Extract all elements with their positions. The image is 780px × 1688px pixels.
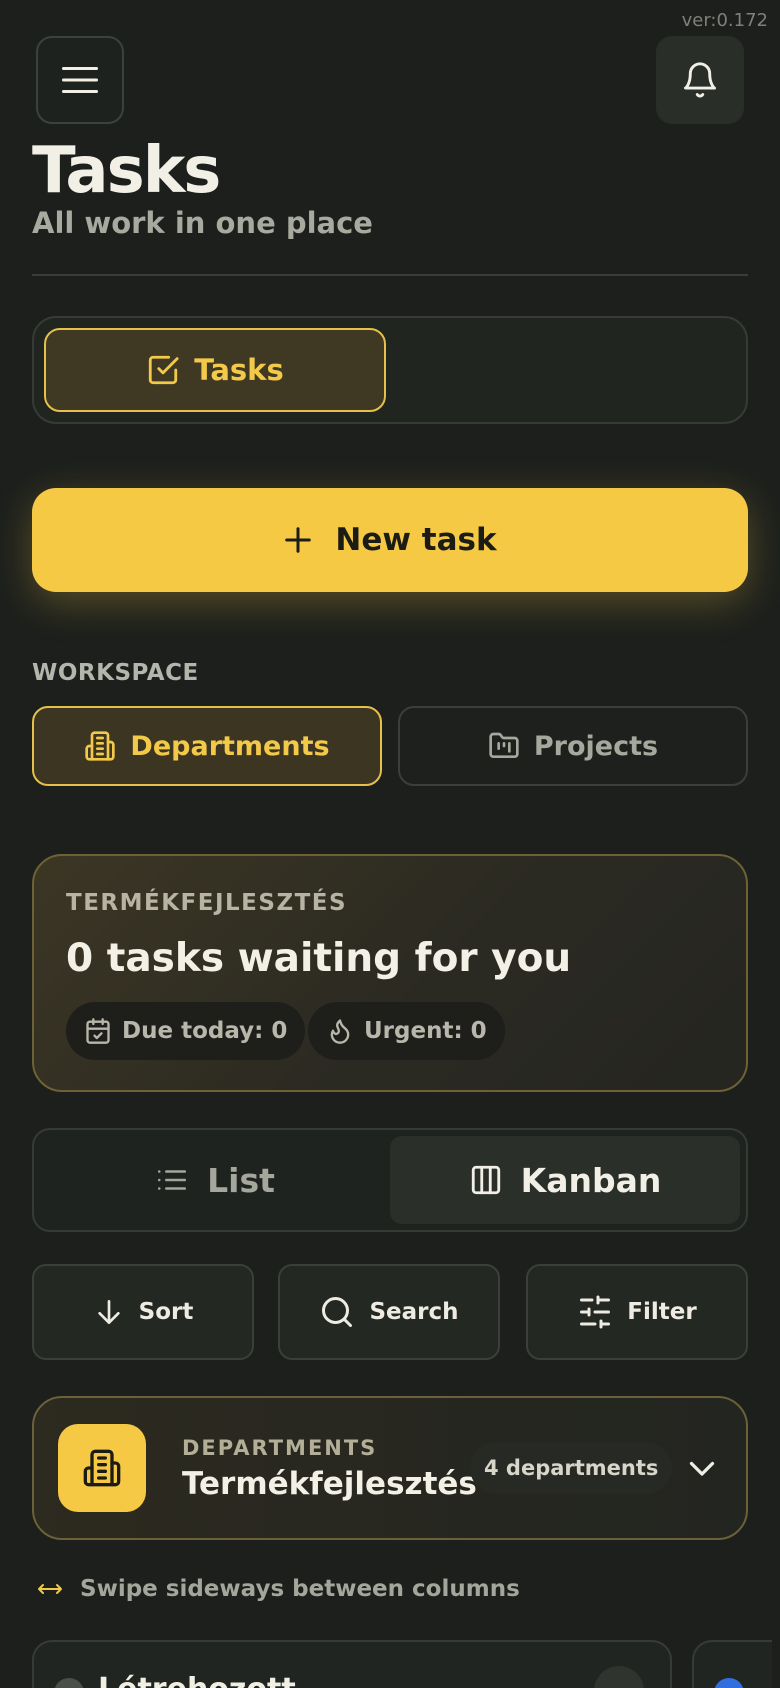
column-title: Létrehozott [98,1672,296,1688]
new-task-button[interactable]: New task [32,488,748,592]
bell-icon [684,62,716,98]
urgent-label: Urgent: 0 [364,1018,487,1044]
department-name: Termékfejlesztés [182,1466,477,1502]
projects-label: Projects [533,730,659,762]
menu-button[interactable] [36,36,124,124]
workspace-departments-button[interactable]: Departments [32,706,382,786]
view-kanban-label: Kanban [520,1160,662,1200]
sort-button[interactable]: Sort [32,1264,254,1360]
sort-label: Sort [138,1299,194,1325]
swipe-hint: Swipe sideways between columns [36,1576,520,1602]
checkbox-icon [149,355,179,385]
new-task-label: New task [335,522,497,558]
departments-label: Departments [130,730,330,762]
department-kicker: DEPARTMENTS [182,1436,378,1460]
flame-icon [330,1019,350,1044]
urgent-badge: Urgent: 0 [308,1002,505,1060]
filter-button[interactable]: Filter [526,1264,748,1360]
plus-icon [285,527,312,553]
header-divider [32,274,748,276]
list-icon [158,1170,187,1190]
view-kanban-button[interactable]: Kanban [390,1136,740,1224]
due-today-badge: Due today: 0 [66,1002,306,1060]
sliders-icon [580,1295,611,1329]
filter-label: Filter [627,1299,697,1325]
swipe-hint-label: Swipe sideways between columns [80,1576,520,1602]
version-label: ver:0.172 [681,10,768,31]
workspace-projects-button[interactable]: Projects [398,706,748,786]
columns-icon [471,1165,500,1195]
calendar-check-icon [86,1018,110,1044]
arrow-down-icon [97,1300,120,1324]
due-today-label: Due today: 0 [122,1018,288,1044]
arrows-horizontal-icon [38,1584,62,1594]
folder-icon [489,732,519,758]
notifications-button[interactable] [656,36,744,124]
tab-tasks[interactable]: Tasks [44,328,386,412]
view-list-label: List [207,1160,275,1200]
search-label: Search [369,1299,459,1325]
workspace-label: WORKSPACE [32,660,199,686]
chevron-down-icon[interactable] [684,1450,720,1486]
department-icon-tile [58,1424,146,1512]
page-title: Tasks [32,134,221,208]
building-icon [85,731,116,761]
page-subtitle: All work in one place [32,206,373,240]
building-icon [83,1449,121,1487]
department-count-badge: 4 departments [470,1442,673,1494]
summary-headline: 0 tasks waiting for you [66,936,572,981]
hamburger-menu-icon [62,67,98,93]
tab-tasks-label: Tasks [194,353,284,387]
summary-department: TERMÉKFEJLESZTÉS [66,890,348,916]
search-icon [322,1297,353,1327]
search-button[interactable]: Search [278,1264,500,1360]
view-list-button[interactable]: List [44,1138,386,1222]
